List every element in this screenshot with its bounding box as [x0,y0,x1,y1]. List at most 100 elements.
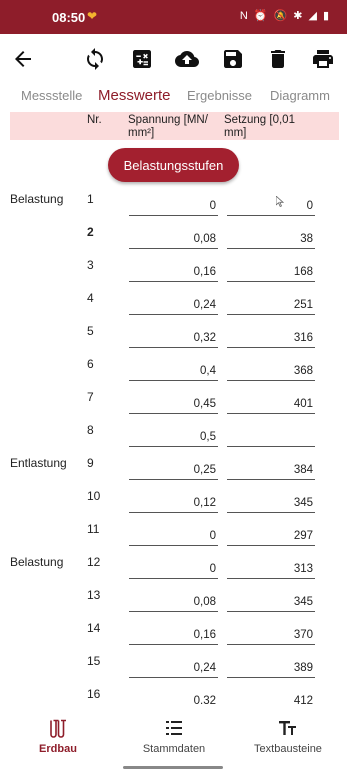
header-spannung: Spannung [MN/ mm²] [128,114,208,139]
setzung-input[interactable]: 313 [227,561,315,579]
setzung-input[interactable]: 251 [227,297,315,315]
back-arrow-icon[interactable] [8,44,38,74]
table-row: 15 0,24 389 [0,646,347,679]
text-size-icon [238,718,338,738]
nav-erdbau-label: Erdbau [39,743,77,755]
spannung-input[interactable]: 0,16 [129,627,218,645]
row-number: 10 [87,489,101,503]
spannung-input[interactable]: 0,32 [129,330,218,348]
nfc-icon: N [239,10,248,22]
table-row: 14 0,16 370 [0,613,347,646]
delete-icon[interactable] [263,44,293,74]
row-number: 3 [87,258,94,272]
cloud-upload-icon[interactable] [172,44,202,74]
table-row: 8 0,5 [0,415,347,448]
header-setzung: Setzung [0,01 mm] [224,114,295,139]
sync-icon[interactable] [80,44,110,74]
setzung-input[interactable]: 0 [227,198,315,216]
spannung-input[interactable]: 0,25 [129,462,218,480]
spannung-input[interactable]: 0,08 [129,594,218,612]
list-icon [124,718,224,738]
belastungsstufen-button[interactable]: Belastungsstufen [108,148,239,182]
column-header: Nr. Spannung [MN/ mm²] Setzung [0,01 mm] [10,112,339,140]
phase-label: Belastung [10,192,64,206]
table-row: 7 0,45 401 [0,382,347,415]
tab-diagramm[interactable]: Diagramm [270,88,330,103]
spannung-input[interactable]: 0,08 [129,231,218,249]
table-row: 4 0,24 251 [0,283,347,316]
row-number: 14 [87,621,101,635]
phase-label: Belastung [10,555,64,569]
row-number: 2 [87,225,94,239]
row-number: 12 [87,555,101,569]
setzung-input[interactable]: 412 [227,693,315,711]
spannung-input[interactable]: 0,12 [129,495,218,513]
app-notification-icon: ❤ [87,9,98,23]
bottom-navigation: Erdbau Stammdaten Textbausteine [0,714,347,772]
table-row: Belastung 1 0 0 [0,184,347,217]
row-number: 13 [87,588,101,602]
setzung-input[interactable]: 345 [227,495,315,513]
gesture-bar [123,766,223,769]
spannung-input[interactable]: 0 [129,528,218,546]
print-icon[interactable] [308,44,338,74]
bluetooth-icon: ✱ [293,10,303,22]
nav-stammdaten-label: Stammdaten [142,743,206,755]
setzung-input[interactable]: 401 [227,396,315,414]
spannung-input[interactable]: 0 [129,561,218,579]
status-bar: 08:50 ❤ N ⏰ 🔕 ✱ ◢ ▮ [0,0,347,34]
setzung-input[interactable]: 384 [227,462,315,480]
row-number: 15 [87,654,101,668]
battery-icon: ▮ [322,10,329,22]
spannung-input[interactable]: 0,4 [129,363,218,381]
setzung-input[interactable]: 38 [227,231,315,249]
spannung-input[interactable]: 0,24 [129,297,218,315]
row-number: 16 [87,687,101,701]
alarm-icon: ⏰ [253,10,268,22]
row-number: 9 [87,456,94,470]
tab-messstelle[interactable]: Messstelle [21,88,82,103]
nav-stammdaten[interactable]: Stammdaten [124,718,224,755]
table-row: 13 0,08 345 [0,580,347,613]
row-number: 8 [87,423,94,437]
table-row: 6 0,4 368 [0,349,347,382]
table-row: Entlastung 9 0,25 384 [0,448,347,481]
setzung-input[interactable]: 389 [227,660,315,678]
spannung-input[interactable]: 0 [129,198,218,216]
nav-erdbau[interactable]: Erdbau [8,718,108,755]
table-row: 11 0 297 [0,514,347,547]
table-row: Belastung 12 0 313 [0,547,347,580]
tab-messwerte[interactable]: Messwerte [98,87,171,104]
setzung-input[interactable]: 168 [227,264,315,282]
setzung-input[interactable]: 345 [227,594,315,612]
spannung-input[interactable]: 0,5 [129,429,218,447]
setzung-input[interactable]: 368 [227,363,315,381]
mouse-cursor-icon [276,196,284,207]
signal-icon: ◢ [308,10,317,22]
spannung-input[interactable]: 0,24 [129,660,218,678]
setzung-input[interactable] [227,429,315,447]
phase-label: Entlastung [10,456,67,470]
table-row: 5 0,32 316 [0,316,347,349]
setzung-input[interactable]: 316 [227,330,315,348]
row-number: 1 [87,192,94,206]
nav-textbausteine[interactable]: Textbausteine [238,718,338,755]
tab-ergebnisse[interactable]: Ergebnisse [187,88,252,103]
status-icons: N ⏰ 🔕 ✱ ◢ ▮ [240,9,329,23]
row-number: 7 [87,390,94,404]
spannung-input[interactable]: 0,45 [129,396,218,414]
table-row: 2 0,08 38 [0,217,347,250]
setzung-input[interactable]: 370 [227,627,315,645]
setzung-input[interactable]: 297 [227,528,315,546]
tab-bar: Messstelle Messwerte Ergebnisse Diagramm [0,87,347,110]
save-icon[interactable] [218,44,248,74]
nav-textbausteine-label: Textbausteine [254,743,322,755]
row-number: 6 [87,357,94,371]
mute-icon: 🔕 [273,10,288,22]
spannung-input[interactable]: 0,16 [129,264,218,282]
row-number: 11 [87,522,100,536]
toolbar [0,34,347,84]
calculator-icon[interactable] [127,44,157,74]
spannung-input[interactable]: 0.32 [129,693,218,711]
table-row: 3 0,16 168 [0,250,347,283]
